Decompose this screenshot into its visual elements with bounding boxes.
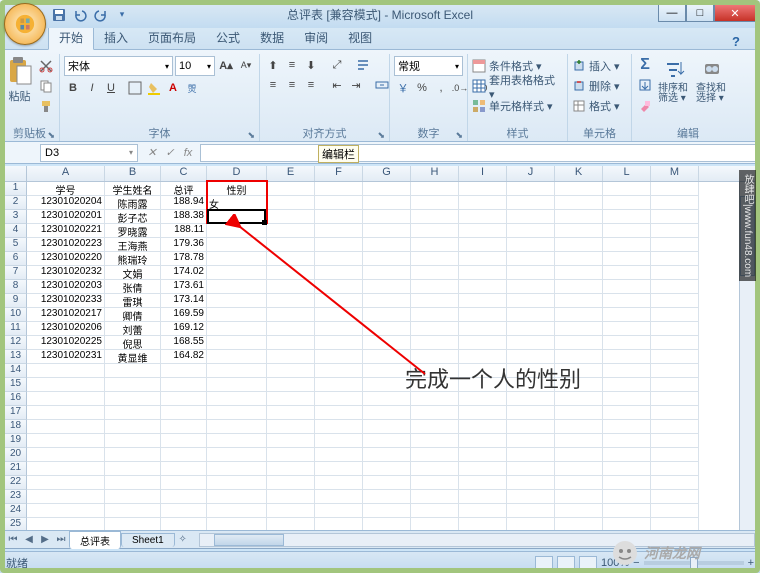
logo-watermark: 河南龙网	[610, 539, 700, 567]
logo-icon	[610, 539, 640, 567]
office-button[interactable]	[4, 3, 46, 45]
watermark: 放肆吧|www.fun48.com	[739, 170, 756, 281]
formula-bar-tooltip: 编辑栏	[318, 145, 359, 163]
active-cell[interactable]	[207, 209, 266, 224]
